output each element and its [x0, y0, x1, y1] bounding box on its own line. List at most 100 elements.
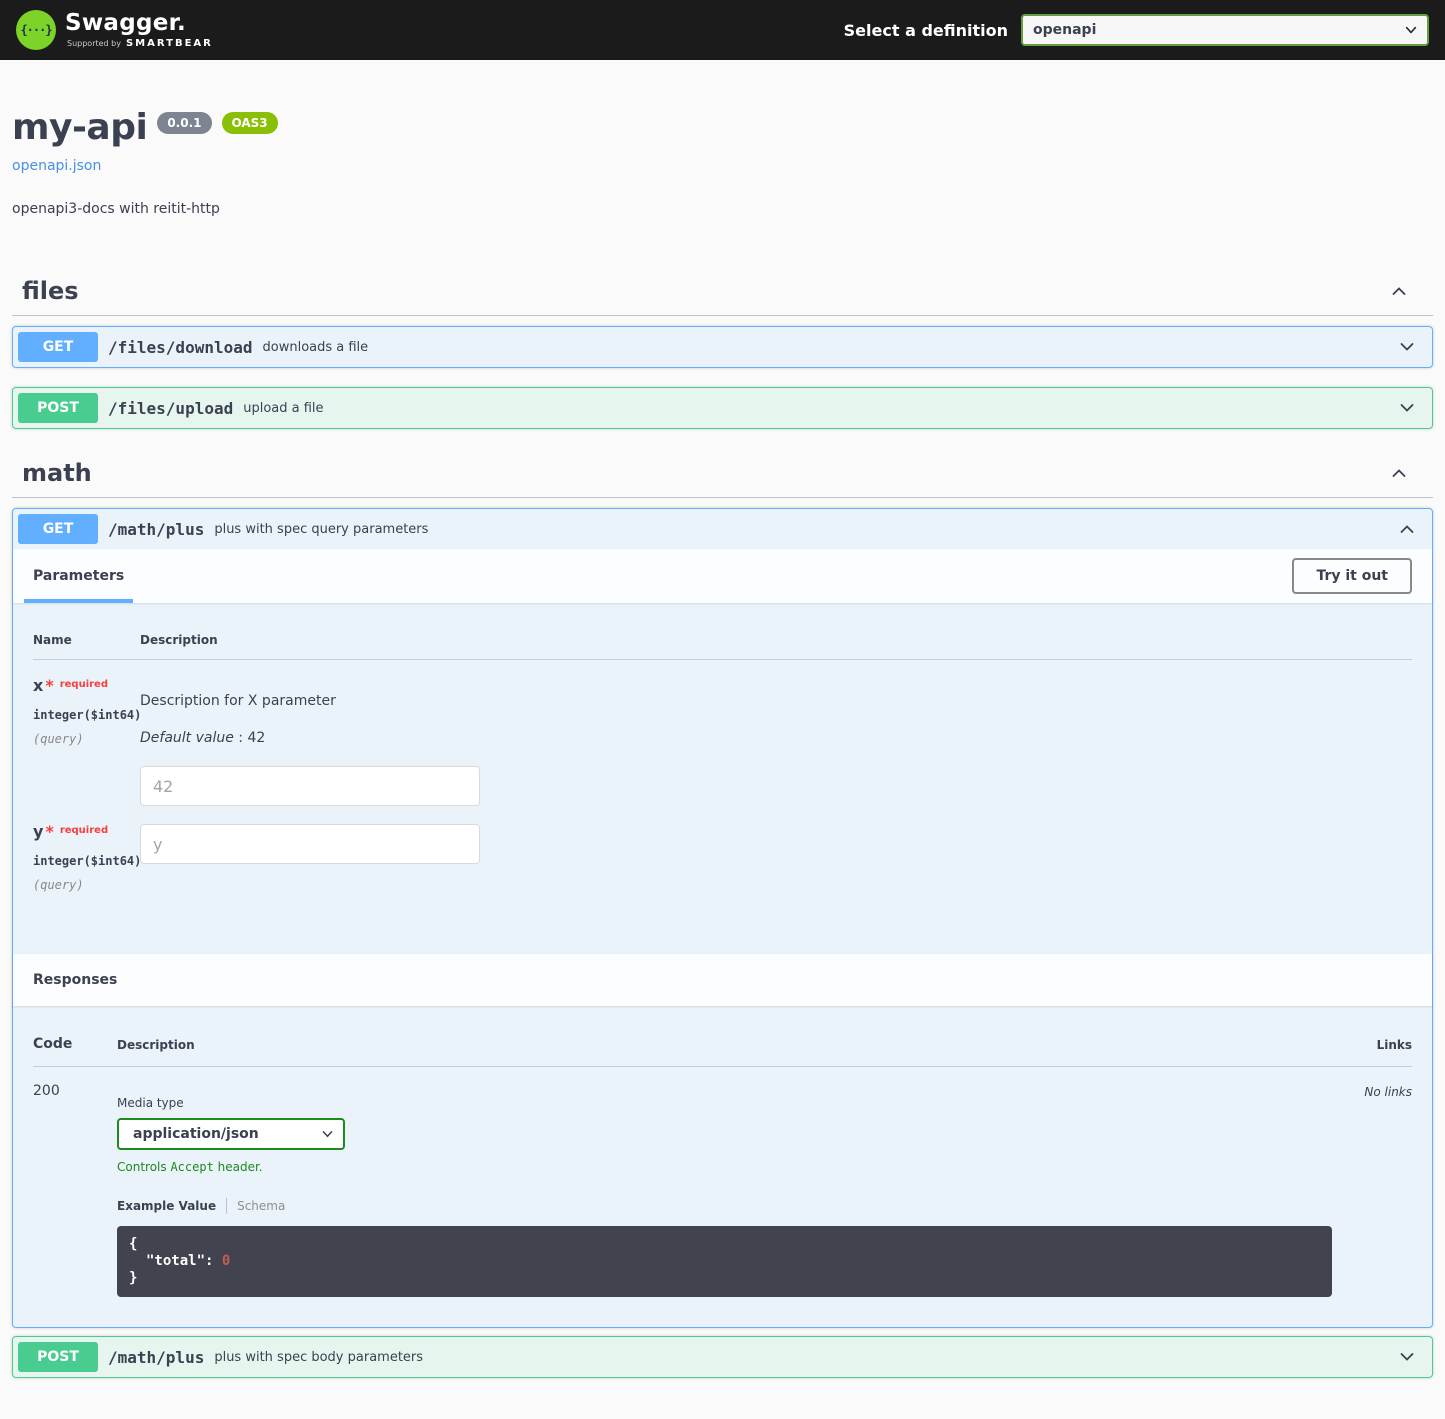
definition-area: Select a definition openapi	[844, 14, 1429, 46]
parameters-table-header: Name Description	[33, 623, 1412, 660]
json-number: 0	[222, 1253, 230, 1269]
code-line: {	[129, 1236, 1320, 1253]
logo-sub-prefix: Supported by	[67, 40, 121, 48]
logo-glyph: {···}	[20, 23, 51, 37]
response-code: 200	[33, 1083, 117, 1297]
code-line: }	[129, 1270, 1320, 1287]
opblock-post-files-upload: POST /files/upload upload a file	[12, 387, 1433, 429]
chevron-down-icon[interactable]	[1397, 398, 1417, 418]
response-description-cell: Media type application/json Contro	[117, 1083, 1332, 1297]
chevron-down-icon[interactable]	[1397, 337, 1417, 357]
description-column-header: Description	[117, 1038, 1332, 1052]
operation-summary[interactable]: POST /math/plus plus with spec body para…	[13, 1337, 1432, 1377]
operation-body: Parameters Try it out Name Description x…	[13, 549, 1432, 1327]
api-description: openapi3-docs with reitit-http	[12, 201, 1433, 217]
json-colon: :	[205, 1253, 222, 1269]
tag-section-files: files GET /files/download downloads a fi…	[12, 267, 1433, 429]
oas-badge: OAS3	[222, 112, 278, 134]
parameters-table: Name Description x*required integer($int…	[13, 603, 1432, 954]
required-label: required	[60, 825, 108, 836]
version-badge: 0.0.1	[157, 112, 211, 134]
definition-select-wrap: openapi	[1021, 14, 1429, 46]
method-badge: GET	[18, 514, 98, 544]
tag-section-math: math GET /math/plus plus with spec query…	[12, 449, 1433, 1378]
operation-path: /math/plus	[108, 520, 204, 539]
chevron-up-icon[interactable]	[1389, 463, 1423, 483]
default-value-text: : 42	[238, 730, 265, 746]
operation-summary-text: upload a file	[243, 401, 323, 416]
operation-path: /files/upload	[108, 399, 233, 418]
opblock-get-files-download: GET /files/download downloads a file	[12, 326, 1433, 368]
operation-summary[interactable]: POST /files/upload upload a file	[13, 388, 1432, 428]
parameter-type: integer($int64)	[33, 708, 140, 722]
tab-schema[interactable]: Schema	[237, 1199, 285, 1213]
code-line: "total": 0	[129, 1253, 1320, 1270]
topbar: {···} Swagger. Supported by SMARTBEAR Se…	[0, 0, 1445, 60]
name-column-header: Name	[33, 633, 140, 647]
parameter-row-x: x*required integer($int64) (query) Descr…	[33, 660, 1412, 806]
swagger-logo-icon: {···}	[16, 10, 56, 50]
tag-name: math	[22, 459, 92, 487]
accept-note-post: header.	[214, 1160, 263, 1174]
opblock-get-math-plus: GET /math/plus plus with spec query para…	[12, 508, 1433, 1328]
required-asterisk: *	[45, 676, 53, 695]
logo-subtitle: Supported by SMARTBEAR	[65, 39, 213, 49]
parameter-row-y: y*required integer($int64) (query)	[33, 806, 1412, 892]
api-info: my-api 0.0.1 OAS3 openapi.json openapi3-…	[12, 110, 1433, 217]
method-badge: POST	[18, 1342, 98, 1372]
tab-example-value[interactable]: Example Value	[117, 1199, 216, 1213]
operation-summary[interactable]: GET /files/download downloads a file	[13, 327, 1432, 367]
accept-header-note: Controls Accept header.	[117, 1160, 1332, 1174]
api-title-row: my-api 0.0.1 OAS3	[12, 110, 1433, 146]
chevron-down-icon[interactable]	[1397, 1347, 1417, 1367]
responses-table: Code Description Links 200 Media type ap…	[13, 1006, 1432, 1327]
required-label: required	[60, 679, 108, 690]
responses-title: Responses	[33, 972, 117, 988]
main-content: my-api 0.0.1 OAS3 openapi.json openapi3-…	[12, 110, 1433, 1419]
parameter-name-cell: x*required integer($int64) (query)	[33, 676, 140, 806]
tag-header-files[interactable]: files	[12, 267, 1433, 316]
tag-header-math[interactable]: math	[12, 449, 1433, 498]
parameter-y-input[interactable]	[140, 824, 480, 864]
operation-summary-text: plus with spec body parameters	[214, 1350, 423, 1365]
code-column-header: Code	[33, 1036, 117, 1052]
parameters-section-header: Parameters Try it out	[13, 549, 1432, 603]
response-links: No links	[1332, 1083, 1412, 1297]
responses-section-header: Responses	[13, 954, 1432, 1006]
media-type-select[interactable]: application/json	[117, 1118, 345, 1150]
tag-name: files	[22, 277, 79, 305]
parameter-default: Default value : 42	[140, 730, 1412, 746]
parameter-location: (query)	[33, 732, 140, 746]
operation-path: /math/plus	[108, 1348, 204, 1367]
definition-label: Select a definition	[844, 21, 1008, 40]
page-title: my-api	[12, 110, 147, 146]
try-it-out-button[interactable]: Try it out	[1292, 558, 1412, 594]
method-badge: GET	[18, 332, 98, 362]
parameter-description-cell	[140, 822, 1412, 892]
default-value-label: Default value	[140, 730, 234, 746]
tab-parameters[interactable]: Parameters	[24, 549, 133, 603]
media-type-select-wrap: application/json	[117, 1118, 345, 1150]
operation-summary-text: downloads a file	[263, 340, 369, 355]
parameter-type: integer($int64)	[33, 854, 140, 868]
definition-select[interactable]: openapi	[1021, 14, 1429, 46]
tab-divider	[226, 1198, 227, 1214]
method-badge: POST	[18, 393, 98, 423]
chevron-up-icon[interactable]	[1397, 519, 1417, 539]
required-asterisk: *	[45, 822, 53, 841]
operation-summary[interactable]: GET /math/plus plus with spec query para…	[13, 509, 1432, 549]
parameter-x-input[interactable]	[140, 766, 480, 806]
responses-table-header: Code Description Links	[33, 1026, 1412, 1067]
accept-note-pre: Controls	[117, 1160, 170, 1174]
media-type-label: Media type	[117, 1096, 1332, 1110]
json-key: "total"	[146, 1253, 205, 1269]
chevron-up-icon[interactable]	[1389, 281, 1423, 301]
parameter-name: y*required	[33, 822, 140, 841]
accept-note-code: Accept	[170, 1160, 213, 1174]
logo-texts: Swagger. Supported by SMARTBEAR	[65, 12, 213, 49]
response-row-200: 200 Media type application/json	[33, 1067, 1412, 1297]
example-value-code-block: { "total": 0 }	[117, 1226, 1332, 1297]
operation-summary-text: plus with spec query parameters	[214, 522, 428, 537]
spec-link[interactable]: openapi.json	[12, 158, 101, 174]
parameter-description: Description for X parameter	[140, 693, 1412, 709]
